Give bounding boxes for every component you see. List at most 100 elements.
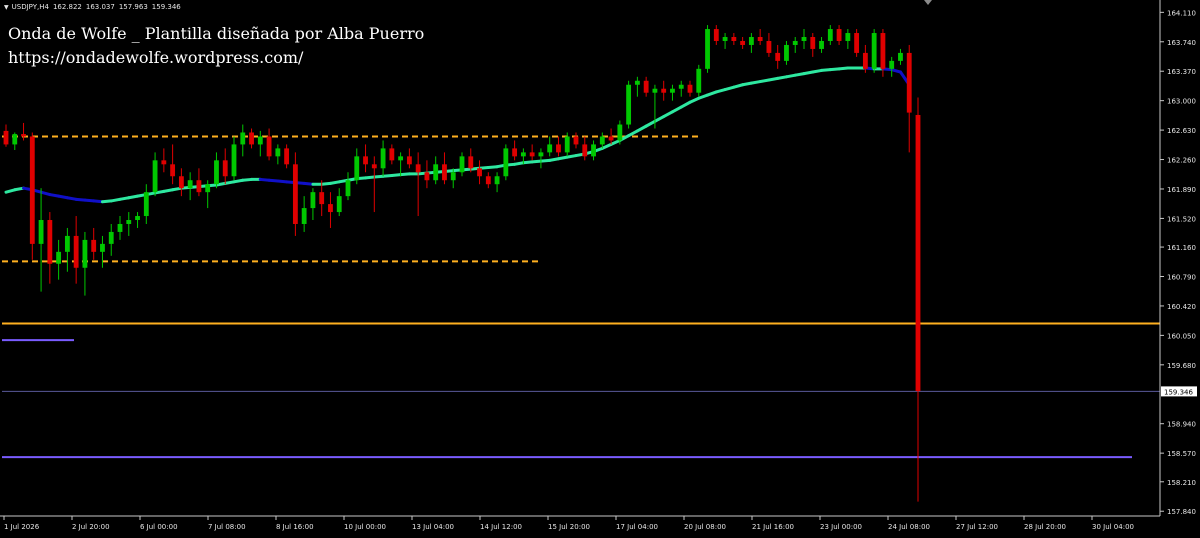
candle-body — [582, 144, 588, 157]
candle-body — [3, 130, 9, 145]
moving-average-layer — [4, 66, 911, 204]
candle-body — [442, 164, 447, 181]
candle-body — [836, 29, 842, 41]
candle-body — [406, 156, 412, 165]
candle-body — [757, 37, 763, 41]
open-value: 162.822 — [52, 3, 82, 11]
candle-body — [740, 40, 746, 45]
candle-body — [906, 52, 912, 113]
price-tick-label: 163.740 — [1167, 39, 1196, 47]
candle-body — [126, 220, 132, 224]
candle-body — [214, 160, 219, 185]
price-tick-label: 163.000 — [1167, 98, 1196, 106]
candle-body — [617, 124, 623, 141]
price-tick-label: 158.570 — [1167, 450, 1196, 458]
close-value: 159.346 — [151, 3, 181, 11]
candle-body — [520, 152, 526, 157]
candle-body — [240, 132, 246, 145]
candle-body — [643, 80, 649, 93]
candles-layer — [3, 25, 921, 502]
candle-body — [398, 156, 404, 161]
candle-body — [512, 148, 518, 157]
time-tick-label: 10 Jul 00:00 — [344, 523, 386, 531]
candle-body — [196, 180, 202, 193]
candle-body — [433, 164, 439, 181]
candle-body — [380, 148, 386, 169]
candle-body — [468, 156, 474, 169]
price-chart[interactable]: 164.110 163.740 163.370 163.000 162.630 162.2… — [0, 0, 1200, 538]
candle-body — [292, 164, 298, 224]
candle-body — [652, 88, 658, 93]
candle-body — [108, 231, 114, 244]
candle-body — [266, 136, 272, 157]
candle-body — [21, 134, 26, 137]
candle-body — [336, 196, 342, 213]
candle-body — [152, 160, 158, 193]
chart-window[interactable]: 164.110 163.740 163.370 163.000 162.630 162.2… — [0, 0, 1200, 538]
candle-body — [187, 180, 193, 189]
candle-body — [784, 44, 789, 61]
candle-body — [608, 136, 614, 141]
candle-body — [389, 148, 395, 161]
candle-body — [82, 239, 88, 268]
candle-body — [564, 136, 570, 153]
time-tick-label: 15 Jul 20:00 — [548, 523, 590, 531]
candle-body — [810, 37, 816, 49]
candle-body — [135, 216, 140, 221]
candle-body — [661, 88, 667, 93]
candle-body — [678, 84, 684, 89]
candle-body — [222, 160, 228, 177]
time-tick-label: 13 Jul 04:00 — [412, 523, 454, 531]
candle-body — [249, 132, 254, 145]
candle-body — [854, 33, 860, 53]
time-tick-label: 8 Jul 16:00 — [276, 523, 314, 531]
candle-body — [275, 148, 281, 157]
candle-body — [345, 180, 351, 197]
candle-body — [117, 223, 123, 232]
candle-body — [143, 192, 149, 217]
candle-body — [485, 176, 491, 185]
collapse-triangle-icon[interactable]: ▼ — [4, 4, 9, 11]
candle-body — [880, 33, 886, 69]
price-tick-label: 160.420 — [1167, 303, 1196, 311]
price-tick-label: 162.630 — [1167, 127, 1196, 135]
candle-body — [801, 37, 807, 41]
candle-body — [871, 33, 877, 69]
candle-body — [301, 208, 307, 224]
candle-body — [626, 84, 632, 125]
time-tick-label: 30 Jul 04:00 — [1092, 523, 1134, 531]
time-tick-label: 24 Jul 08:00 — [888, 523, 930, 531]
candle-body — [827, 29, 833, 41]
time-tick-label: 27 Jul 12:00 — [956, 523, 998, 531]
candle-body — [450, 172, 456, 181]
candle-body — [748, 37, 754, 45]
price-tick-label: 163.370 — [1167, 68, 1196, 76]
candle-body — [91, 239, 97, 252]
candle-body — [819, 40, 824, 49]
candle-body — [556, 144, 561, 153]
price-tick-label: 161.520 — [1167, 215, 1196, 223]
axes-layer: 164.110 163.740 163.370 163.000 162.630 162.2… — [0, 0, 1197, 531]
candle-body — [38, 220, 44, 244]
candle-body — [205, 184, 211, 193]
candle-body — [328, 204, 333, 213]
current-price-label: 159.346 — [1164, 388, 1193, 396]
candle-body — [898, 52, 903, 61]
candle-body — [731, 37, 737, 41]
candle-body — [231, 144, 237, 177]
time-tick-label: 14 Jul 12:00 — [480, 523, 522, 531]
candle-body — [47, 220, 53, 264]
candle-body — [529, 152, 535, 157]
price-tick-label: 164.110 — [1167, 9, 1196, 17]
candle-body — [415, 164, 421, 173]
candle-body — [73, 235, 79, 268]
chart-shift-icon — [924, 0, 932, 5]
candle-body — [354, 156, 360, 181]
candle-body — [591, 144, 596, 157]
candle-body — [713, 29, 719, 41]
candle-body — [56, 251, 62, 264]
low-value: 157.963 — [118, 3, 148, 11]
time-tick-label: 6 Jul 00:00 — [140, 523, 178, 531]
candle-body — [889, 60, 895, 69]
candle-body — [161, 160, 167, 165]
